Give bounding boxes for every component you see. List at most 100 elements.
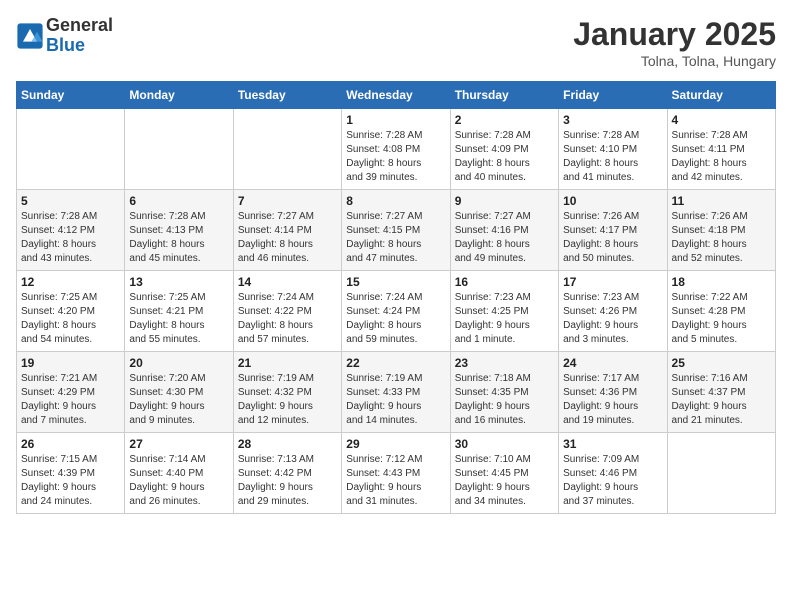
day-number: 18 bbox=[672, 275, 771, 289]
day-number: 2 bbox=[455, 113, 554, 127]
calendar-cell: 17 Sunrise: 7:23 AM Sunset: 4:26 PM Dayli… bbox=[559, 271, 667, 352]
calendar-cell: 26 Sunrise: 7:15 AM Sunset: 4:39 PM Dayli… bbox=[17, 433, 125, 514]
calendar-cell: 4 Sunrise: 7:28 AM Sunset: 4:11 PM Daylig… bbox=[667, 109, 775, 190]
day-number: 6 bbox=[129, 194, 228, 208]
calendar-cell: 24 Sunrise: 7:17 AM Sunset: 4:36 PM Dayli… bbox=[559, 352, 667, 433]
day-number: 26 bbox=[21, 437, 120, 451]
calendar-cell: 9 Sunrise: 7:27 AM Sunset: 4:16 PM Daylig… bbox=[450, 190, 558, 271]
day-number: 8 bbox=[346, 194, 445, 208]
day-detail: Sunrise: 7:13 AM Sunset: 4:42 PM Dayligh… bbox=[238, 453, 337, 509]
weekday-header: Saturday bbox=[667, 82, 775, 109]
day-detail: Sunrise: 7:24 AM Sunset: 4:22 PM Dayligh… bbox=[238, 291, 337, 347]
calendar-cell: 1 Sunrise: 7:28 AM Sunset: 4:08 PM Daylig… bbox=[342, 109, 450, 190]
day-number: 20 bbox=[129, 356, 228, 370]
day-number: 7 bbox=[238, 194, 337, 208]
day-number: 16 bbox=[455, 275, 554, 289]
day-number: 3 bbox=[563, 113, 662, 127]
calendar-cell: 11 Sunrise: 7:26 AM Sunset: 4:18 PM Dayli… bbox=[667, 190, 775, 271]
day-detail: Sunrise: 7:27 AM Sunset: 4:14 PM Dayligh… bbox=[238, 210, 337, 266]
day-number: 9 bbox=[455, 194, 554, 208]
day-detail: Sunrise: 7:28 AM Sunset: 4:11 PM Dayligh… bbox=[672, 129, 771, 185]
calendar-week-row: 5Sunrise: 7:28 AM Sunset: 4:12 PM Daylig… bbox=[17, 190, 776, 271]
calendar-cell: 2Sunrise: 7:28 AM Sunset: 4:09 PM Daylig… bbox=[450, 109, 558, 190]
calendar-cell: 22 Sunrise: 7:19 AM Sunset: 4:33 PM Dayli… bbox=[342, 352, 450, 433]
day-detail: Sunrise: 7:26 AM Sunset: 4:18 PM Dayligh… bbox=[672, 210, 771, 266]
location: Tolna, Tolna, Hungary bbox=[573, 53, 776, 69]
day-number: 30 bbox=[455, 437, 554, 451]
day-detail: Sunrise: 7:23 AM Sunset: 4:26 PM Dayligh… bbox=[563, 291, 662, 347]
calendar-cell bbox=[125, 109, 233, 190]
day-detail: Sunrise: 7:17 AM Sunset: 4:36 PM Dayligh… bbox=[563, 372, 662, 428]
day-number: 17 bbox=[563, 275, 662, 289]
calendar-cell bbox=[17, 109, 125, 190]
day-number: 11 bbox=[672, 194, 771, 208]
calendar-cell: 5Sunrise: 7:28 AM Sunset: 4:12 PM Daylig… bbox=[17, 190, 125, 271]
calendar-cell: 27 Sunrise: 7:14 AM Sunset: 4:40 PM Dayli… bbox=[125, 433, 233, 514]
day-detail: Sunrise: 7:21 AM Sunset: 4:29 PM Dayligh… bbox=[21, 372, 120, 428]
calendar-cell: 3Sunrise: 7:28 AM Sunset: 4:10 PM Daylig… bbox=[559, 109, 667, 190]
day-number: 25 bbox=[672, 356, 771, 370]
day-detail: Sunrise: 7:12 AM Sunset: 4:43 PM Dayligh… bbox=[346, 453, 445, 509]
logo-blue: Blue bbox=[46, 36, 113, 56]
day-number: 12 bbox=[21, 275, 120, 289]
day-number: 22 bbox=[346, 356, 445, 370]
weekday-header: Sunday bbox=[17, 82, 125, 109]
calendar-cell bbox=[233, 109, 341, 190]
calendar-cell: 28 Sunrise: 7:13 AM Sunset: 4:42 PM Dayli… bbox=[233, 433, 341, 514]
day-number: 23 bbox=[455, 356, 554, 370]
day-number: 10 bbox=[563, 194, 662, 208]
calendar-week-row: 1 Sunrise: 7:28 AM Sunset: 4:08 PM Daylig… bbox=[17, 109, 776, 190]
page-header: General Blue January 2025 Tolna, Tolna, … bbox=[16, 16, 776, 69]
calendar-cell: 8Sunrise: 7:27 AM Sunset: 4:15 PM Daylig… bbox=[342, 190, 450, 271]
day-detail: Sunrise: 7:20 AM Sunset: 4:30 PM Dayligh… bbox=[129, 372, 228, 428]
day-detail: Sunrise: 7:28 AM Sunset: 4:13 PM Dayligh… bbox=[129, 210, 228, 266]
day-number: 24 bbox=[563, 356, 662, 370]
calendar-week-row: 26 Sunrise: 7:15 AM Sunset: 4:39 PM Dayli… bbox=[17, 433, 776, 514]
month-title: January 2025 bbox=[573, 16, 776, 53]
logo: General Blue bbox=[16, 16, 113, 56]
title-block: January 2025 Tolna, Tolna, Hungary bbox=[573, 16, 776, 69]
weekday-row: SundayMondayTuesdayWednesdayThursdayFrid… bbox=[17, 82, 776, 109]
day-detail: Sunrise: 7:18 AM Sunset: 4:35 PM Dayligh… bbox=[455, 372, 554, 428]
calendar-cell: 16 Sunrise: 7:23 AM Sunset: 4:25 PM Dayli… bbox=[450, 271, 558, 352]
day-number: 15 bbox=[346, 275, 445, 289]
calendar-header: SundayMondayTuesdayWednesdayThursdayFrid… bbox=[17, 82, 776, 109]
day-detail: Sunrise: 7:26 AM Sunset: 4:17 PM Dayligh… bbox=[563, 210, 662, 266]
day-detail: Sunrise: 7:28 AM Sunset: 4:08 PM Dayligh… bbox=[346, 129, 445, 185]
logo-general: General bbox=[46, 16, 113, 36]
day-number: 4 bbox=[672, 113, 771, 127]
day-detail: Sunrise: 7:16 AM Sunset: 4:37 PM Dayligh… bbox=[672, 372, 771, 428]
day-number: 27 bbox=[129, 437, 228, 451]
day-detail: Sunrise: 7:28 AM Sunset: 4:12 PM Dayligh… bbox=[21, 210, 120, 266]
day-number: 14 bbox=[238, 275, 337, 289]
day-detail: Sunrise: 7:14 AM Sunset: 4:40 PM Dayligh… bbox=[129, 453, 228, 509]
calendar-cell: 25 Sunrise: 7:16 AM Sunset: 4:37 PM Dayli… bbox=[667, 352, 775, 433]
day-number: 13 bbox=[129, 275, 228, 289]
weekday-header: Tuesday bbox=[233, 82, 341, 109]
day-detail: Sunrise: 7:23 AM Sunset: 4:25 PM Dayligh… bbox=[455, 291, 554, 347]
calendar-cell: 31Sunrise: 7:09 AM Sunset: 4:46 PM Dayli… bbox=[559, 433, 667, 514]
calendar-cell: 18Sunrise: 7:22 AM Sunset: 4:28 PM Dayli… bbox=[667, 271, 775, 352]
calendar-cell bbox=[667, 433, 775, 514]
weekday-header: Friday bbox=[559, 82, 667, 109]
logo-text: General Blue bbox=[46, 16, 113, 56]
weekday-header: Thursday bbox=[450, 82, 558, 109]
calendar-cell: 14 Sunrise: 7:24 AM Sunset: 4:22 PM Dayli… bbox=[233, 271, 341, 352]
calendar-week-row: 12Sunrise: 7:25 AM Sunset: 4:20 PM Dayli… bbox=[17, 271, 776, 352]
day-detail: Sunrise: 7:25 AM Sunset: 4:21 PM Dayligh… bbox=[129, 291, 228, 347]
day-number: 1 bbox=[346, 113, 445, 127]
calendar-body: 1 Sunrise: 7:28 AM Sunset: 4:08 PM Daylig… bbox=[17, 109, 776, 514]
day-number: 19 bbox=[21, 356, 120, 370]
day-detail: Sunrise: 7:10 AM Sunset: 4:45 PM Dayligh… bbox=[455, 453, 554, 509]
day-number: 21 bbox=[238, 356, 337, 370]
calendar-cell: 15Sunrise: 7:24 AM Sunset: 4:24 PM Dayli… bbox=[342, 271, 450, 352]
day-detail: Sunrise: 7:19 AM Sunset: 4:33 PM Dayligh… bbox=[346, 372, 445, 428]
weekday-header: Wednesday bbox=[342, 82, 450, 109]
calendar: SundayMondayTuesdayWednesdayThursdayFrid… bbox=[16, 81, 776, 514]
calendar-cell: 19 Sunrise: 7:21 AM Sunset: 4:29 PM Dayli… bbox=[17, 352, 125, 433]
day-detail: Sunrise: 7:27 AM Sunset: 4:16 PM Dayligh… bbox=[455, 210, 554, 266]
calendar-cell: 20 Sunrise: 7:20 AM Sunset: 4:30 PM Dayli… bbox=[125, 352, 233, 433]
calendar-cell: 6 Sunrise: 7:28 AM Sunset: 4:13 PM Daylig… bbox=[125, 190, 233, 271]
day-detail: Sunrise: 7:15 AM Sunset: 4:39 PM Dayligh… bbox=[21, 453, 120, 509]
day-number: 28 bbox=[238, 437, 337, 451]
